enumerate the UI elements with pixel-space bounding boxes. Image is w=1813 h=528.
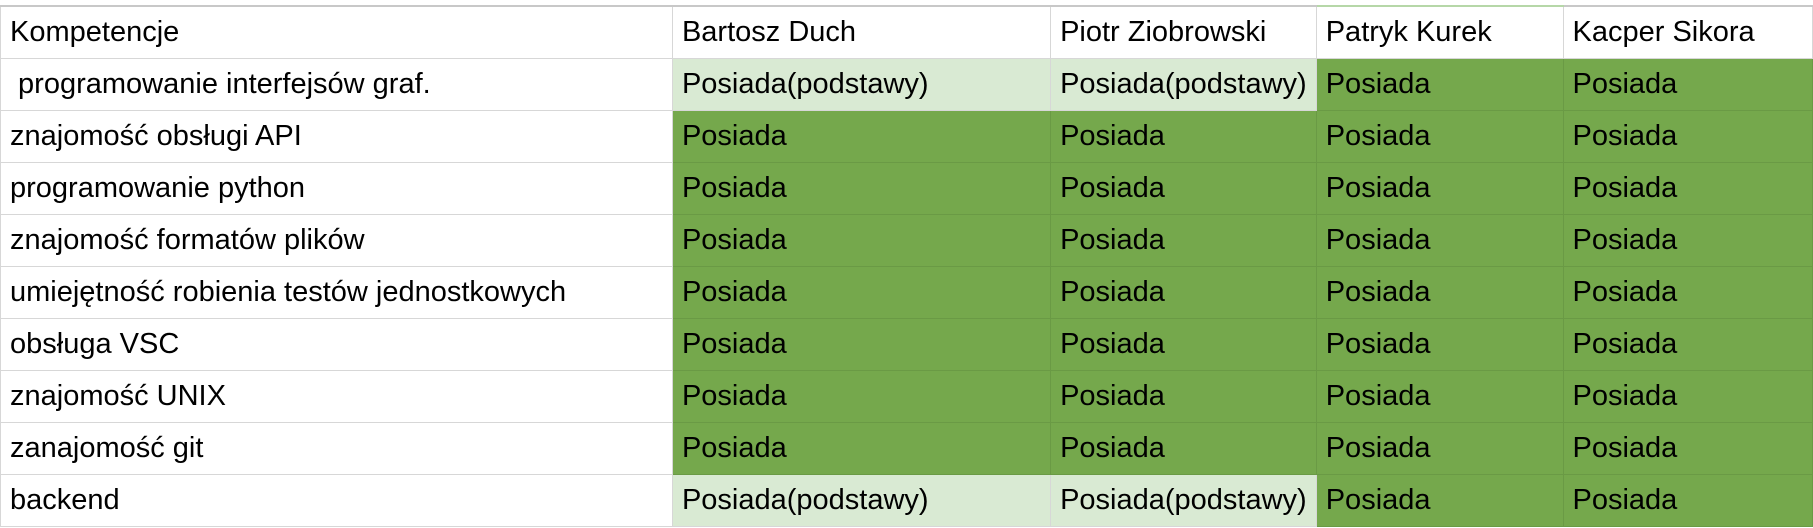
skill-cell[interactable]: umiejętność robienia testów jednostkowyc… bbox=[0, 266, 673, 319]
competency-cell[interactable]: Posiada bbox=[1050, 318, 1317, 371]
competency-cell[interactable]: Posiada bbox=[1315, 162, 1564, 215]
table-row: umiejętność robienia testów jednostkowyc… bbox=[0, 266, 1813, 319]
competency-cell[interactable]: Posiada bbox=[671, 422, 1052, 475]
table-row: zanajomość git Posiada Posiada Posiada Posia… bbox=[0, 422, 1813, 475]
competency-cell[interactable]: Posiada bbox=[671, 214, 1052, 267]
header-cell-kacper-sikora[interactable]: Kacper Sikora bbox=[1562, 5, 1813, 59]
competency-cell[interactable]: Posiada bbox=[1562, 214, 1813, 267]
competency-cell[interactable]: Posiada(podstawy) bbox=[671, 58, 1052, 111]
table-row: znajomość obsługi API Posiada Posiada Posia… bbox=[0, 110, 1813, 163]
skill-cell[interactable]: zanajomość git bbox=[0, 422, 673, 475]
competency-cell[interactable]: Posiada bbox=[1050, 370, 1317, 423]
competency-cell[interactable]: Posiada bbox=[1562, 318, 1813, 371]
skill-cell[interactable]: obsługa VSC bbox=[0, 318, 673, 371]
competency-cell[interactable]: Posiada(podstawy) bbox=[1050, 474, 1317, 527]
header-row: Kompetencje Bartosz Duch Piotr Ziobrowsk… bbox=[0, 5, 1813, 59]
competency-cell[interactable]: Posiada bbox=[1050, 422, 1317, 475]
competency-cell[interactable]: Posiada bbox=[1562, 110, 1813, 163]
competency-cell[interactable]: Posiada bbox=[1050, 266, 1317, 319]
competency-cell[interactable]: Posiada bbox=[671, 370, 1052, 423]
table-row: znajomość UNIX Posiada Posiada Posiada Posia… bbox=[0, 370, 1813, 423]
competency-cell[interactable]: Posiada bbox=[1315, 58, 1564, 111]
competency-cell[interactable]: Posiada bbox=[1315, 110, 1564, 163]
competency-cell[interactable]: Posiada bbox=[1315, 422, 1564, 475]
competency-cell[interactable]: Posiada bbox=[1050, 214, 1317, 267]
spreadsheet-grid: Kompetencje Bartosz Duch Piotr Ziobrowsk… bbox=[0, 5, 1813, 527]
competency-cell[interactable]: Posiada bbox=[1562, 58, 1813, 111]
competency-cell[interactable]: Posiada bbox=[1050, 162, 1317, 215]
competency-cell[interactable]: Posiada bbox=[1562, 162, 1813, 215]
competency-cell[interactable]: Posiada(podstawy) bbox=[1050, 58, 1317, 111]
grid-body: Kompetencje Bartosz Duch Piotr Ziobrowsk… bbox=[0, 5, 1813, 527]
header-cell-patryk-kurek[interactable]: Patryk Kurek bbox=[1315, 5, 1564, 59]
competency-cell[interactable]: Posiada bbox=[671, 266, 1052, 319]
table-row: programowanie python Posiada Posiada Posiad… bbox=[0, 162, 1813, 215]
competency-cell[interactable]: Posiada bbox=[1562, 422, 1813, 475]
competency-cell[interactable]: Posiada bbox=[1315, 318, 1564, 371]
competency-cell[interactable]: Posiada bbox=[1315, 214, 1564, 267]
header-cell-piotr-ziobrowski[interactable]: Piotr Ziobrowski bbox=[1050, 5, 1317, 59]
competency-cell[interactable]: Posiada bbox=[1315, 474, 1564, 527]
table-row: backend Posiada(podstawy) Posiada(podstawy… bbox=[0, 474, 1813, 527]
competency-cell[interactable]: Posiada bbox=[671, 162, 1052, 215]
competency-cell[interactable]: Posiada bbox=[671, 110, 1052, 163]
skill-cell[interactable]: znajomość obsługi API bbox=[0, 110, 673, 163]
skill-cell[interactable]: backend bbox=[0, 474, 673, 527]
competency-cell[interactable]: Posiada bbox=[1050, 110, 1317, 163]
competency-cell[interactable]: Posiada(podstawy) bbox=[671, 474, 1052, 527]
table-row: obsługa VSC Posiada Posiada Posiada Posiada bbox=[0, 318, 1813, 371]
competency-cell[interactable]: Posiada bbox=[671, 318, 1052, 371]
competency-cell[interactable]: Posiada bbox=[1315, 266, 1564, 319]
skill-cell[interactable]: znajomość UNIX bbox=[0, 370, 673, 423]
header-cell-skill[interactable]: Kompetencje bbox=[0, 5, 673, 59]
competency-cell[interactable]: Posiada bbox=[1562, 370, 1813, 423]
table-row: programowanie interfejsów graf. Posiada(p… bbox=[0, 58, 1813, 111]
table-row: znajomość formatów plików Posiada Posiada P… bbox=[0, 214, 1813, 267]
skill-cell[interactable]: programowanie python bbox=[0, 162, 673, 215]
skill-cell[interactable]: znajomość formatów plików bbox=[0, 214, 673, 267]
competency-cell[interactable]: Posiada bbox=[1562, 474, 1813, 527]
competency-cell[interactable]: Posiada bbox=[1315, 370, 1564, 423]
skill-cell[interactable]: programowanie interfejsów graf. bbox=[0, 58, 673, 111]
header-cell-bartosz-duch[interactable]: Bartosz Duch bbox=[671, 5, 1052, 59]
competency-cell[interactable]: Posiada bbox=[1562, 266, 1813, 319]
